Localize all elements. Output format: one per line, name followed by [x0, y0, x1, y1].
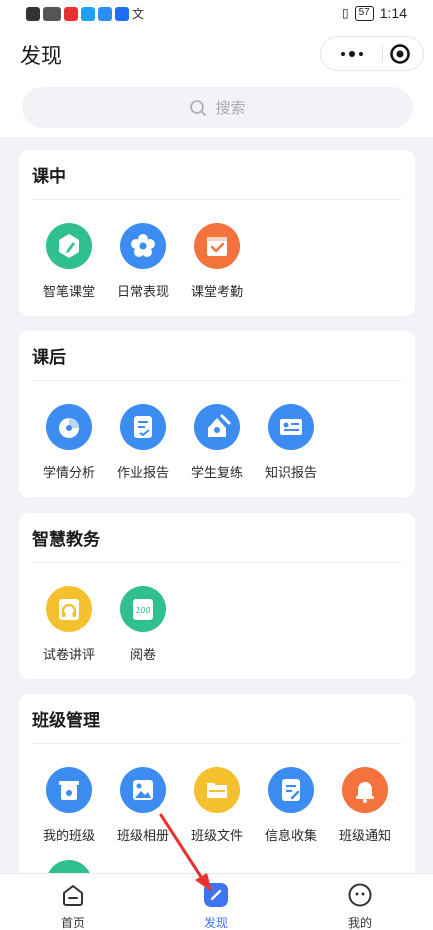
divider	[32, 380, 402, 381]
section-after-class: 课后 学情分析 作业报告 学生复练 知识报告	[19, 331, 415, 497]
item-label: 信息收集	[264, 829, 317, 844]
discover-pen-icon	[203, 882, 229, 908]
form-edit-icon	[268, 767, 314, 813]
tab-mine[interactable]: 我的	[325, 882, 395, 930]
tab-label: 我的	[347, 916, 372, 930]
home-review-icon	[194, 404, 240, 450]
item-label: 课堂考勤	[190, 285, 243, 300]
section-smart-edu: 智慧教务 试卷讲评 100 阅卷	[19, 513, 415, 679]
pie-chart-icon	[46, 404, 92, 450]
section-title: 课中	[32, 167, 66, 187]
tab-label: 发现	[203, 916, 228, 930]
report-icon	[120, 404, 166, 450]
classroom-icon	[46, 767, 92, 813]
item-class-attendance[interactable]: 课堂考勤	[184, 223, 250, 300]
tab-label: 首页	[60, 916, 85, 930]
item-paper-review[interactable]: 试卷讲评	[36, 586, 102, 663]
bell-icon	[342, 767, 388, 813]
item-label: 作业报告	[116, 466, 169, 481]
hd-icon	[26, 6, 40, 21]
item-class-album[interactable]: 班级相册	[110, 767, 176, 844]
headphone-paper-icon	[46, 586, 92, 632]
album-icon	[120, 767, 166, 813]
capsule-divider	[382, 46, 383, 62]
search-icon	[190, 99, 207, 116]
search-app-icon	[98, 6, 112, 21]
item-label: 智笔课堂	[42, 285, 95, 300]
item-label: 日常表现	[116, 285, 169, 300]
close-miniprogram-icon[interactable]	[389, 43, 411, 65]
item-label: 知识报告	[264, 466, 317, 481]
vibrate-icon: ▯	[342, 6, 349, 20]
tab-discover[interactable]: 发现	[181, 882, 251, 930]
item-learning-analysis[interactable]: 学情分析	[36, 404, 102, 481]
app-icon	[81, 6, 95, 21]
section-title: 课后	[32, 348, 66, 368]
item-label: 学情分析	[42, 466, 95, 481]
divider	[32, 743, 402, 744]
pen-icon	[46, 223, 92, 269]
svg-text:100: 100	[135, 606, 150, 615]
status-icons-right: ▯ 57 1:14	[342, 5, 407, 21]
item-label: 班级通知	[338, 829, 391, 844]
item-daily-performance[interactable]: 日常表现	[110, 223, 176, 300]
weibo-icon	[64, 6, 78, 21]
search-placeholder: 搜索	[215, 99, 246, 117]
item-label: 我的班级	[42, 829, 95, 844]
folder-icon	[194, 767, 240, 813]
page-title: 发现	[20, 44, 62, 68]
more-menu-button[interactable]	[333, 37, 371, 70]
checkin-icon	[194, 223, 240, 269]
item-info-collection[interactable]: 信息收集	[258, 767, 324, 844]
item-label: 阅卷	[129, 648, 156, 663]
item-my-class[interactable]: 我的班级	[36, 767, 102, 844]
header-area: 文 ▯ 57 1:14 发现 搜索	[0, 0, 433, 137]
clock: 1:14	[379, 5, 407, 21]
section-in-class: 课中 智笔课堂 日常表现 课堂考勤	[19, 150, 415, 316]
bottom-tab-bar: 首页 发现 我的	[0, 873, 433, 930]
score-100-icon: 100	[120, 586, 166, 632]
item-label: 班级相册	[116, 829, 169, 844]
flower-icon	[120, 223, 166, 269]
status-bar: 文 ▯ 57 1:14	[0, 0, 433, 28]
item-label: 试卷讲评	[42, 648, 95, 663]
item-class-notice[interactable]: 班级通知	[332, 767, 398, 844]
divider	[32, 562, 402, 563]
miniprogram-capsule	[320, 36, 424, 71]
item-marking[interactable]: 100 阅卷	[110, 586, 176, 663]
search-bar[interactable]: 搜索	[22, 87, 413, 128]
profile-face-icon	[347, 882, 373, 908]
section-title: 智慧教务	[32, 530, 100, 550]
item-smart-pen-class[interactable]: 智笔课堂	[36, 223, 102, 300]
cloud-app-icon	[115, 6, 129, 21]
tab-home[interactable]: 首页	[38, 882, 108, 930]
item-label: 班级文件	[190, 829, 243, 844]
battery-indicator: 57	[354, 5, 374, 21]
text-app-icon: 文	[132, 7, 145, 21]
divider	[32, 199, 402, 200]
item-homework-report[interactable]: 作业报告	[110, 404, 176, 481]
item-class-files[interactable]: 班级文件	[184, 767, 250, 844]
knowledge-card-icon	[268, 404, 314, 450]
section-class-management: 班级管理 我的班级 班级相册 班级文件 信息收集 班级通知	[19, 694, 415, 906]
item-student-review[interactable]: 学生复练	[184, 404, 250, 481]
signal-icon	[43, 6, 61, 21]
home-icon	[60, 882, 86, 908]
status-icons-left: 文	[26, 5, 144, 22]
section-title: 班级管理	[32, 711, 100, 731]
item-label: 学生复练	[190, 466, 243, 481]
item-knowledge-report[interactable]: 知识报告	[258, 404, 324, 481]
